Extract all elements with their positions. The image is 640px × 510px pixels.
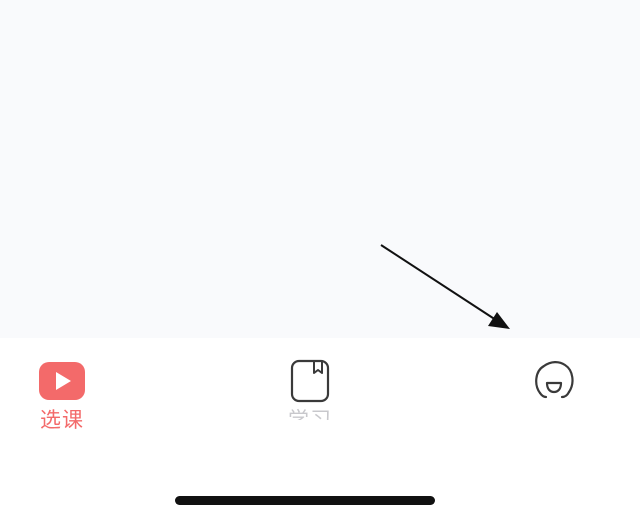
- play-icon: [38, 360, 86, 402]
- tab-study-label: 学习: [288, 408, 332, 420]
- tab-study[interactable]: 学习: [250, 359, 370, 450]
- home-indicator[interactable]: [175, 496, 435, 505]
- face-icon: [530, 360, 578, 402]
- tab-select-course[interactable]: 选课: [2, 360, 122, 450]
- phone-screen: 选课 学习: [0, 0, 640, 510]
- notebook-icon: [286, 359, 334, 403]
- tab-select-course-label: 选课: [40, 408, 84, 432]
- tab-mine[interactable]: [494, 360, 614, 450]
- content-area: [0, 0, 640, 338]
- bottom-tab-bar: 选课 学习: [0, 338, 640, 510]
